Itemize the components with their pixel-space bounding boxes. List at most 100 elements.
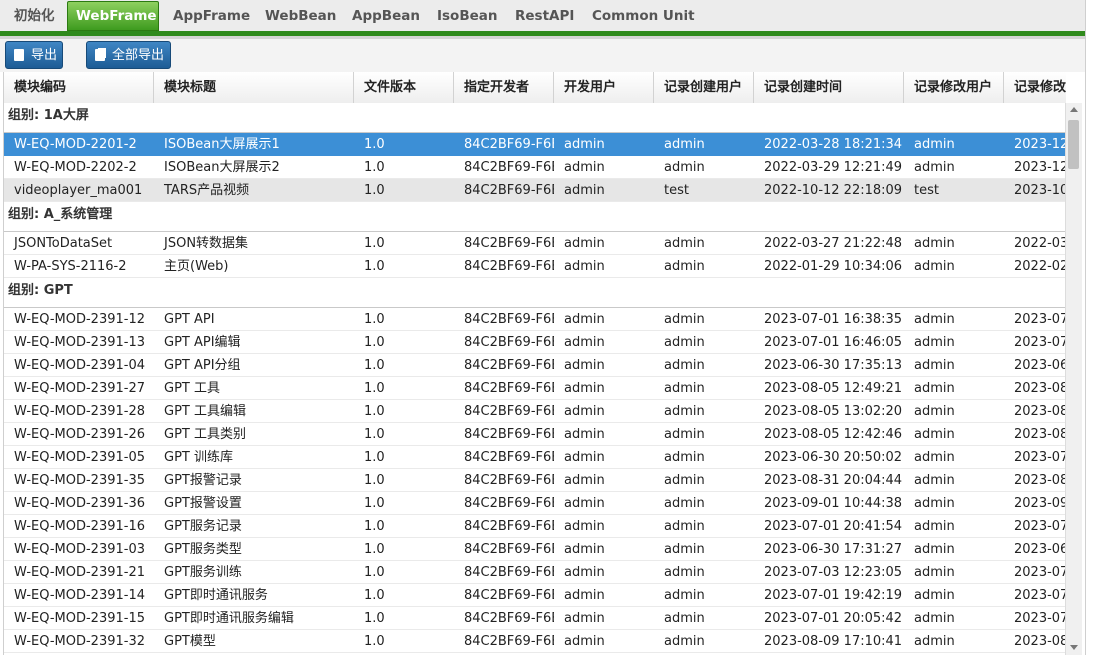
tab-common-unit[interactable]: Common Unit <box>584 4 703 29</box>
cell-code: W-EQ-MOD-2202-2 <box>14 160 137 175</box>
cell-developer: 84C2BF69-F6B <box>464 450 554 465</box>
table-row[interactable]: W-EQ-MOD-2391-12 GPT API 1.0 84C2BF69-F6B ad… <box>4 308 1066 331</box>
table-row[interactable]: W-EQ-MOD-2391-32 GPT模型 1.0 84C2BF69-F6B admi… <box>4 630 1066 653</box>
cell-created: 2022-03-29 12:21:49 <box>764 160 903 175</box>
cell-modifier: admin <box>914 565 955 580</box>
tab-webbean[interactable]: WebBean <box>257 4 344 29</box>
cell-code: W-EQ-MOD-2391-04 <box>14 358 145 373</box>
export-button[interactable]: 导出 <box>5 41 63 69</box>
group-header[interactable]: 组别: 1A大屏 <box>4 103 1066 133</box>
column-header-modifier[interactable]: 记录修改用户 <box>904 72 1004 103</box>
tab-appbean[interactable]: AppBean <box>344 4 428 29</box>
cell-developer: 84C2BF69-F6B <box>464 634 554 649</box>
cell-dev-user: admin <box>564 381 605 396</box>
column-header-title[interactable]: 模块标题 <box>154 72 354 103</box>
cell-dev-user: admin <box>564 496 605 511</box>
cell-creator: admin <box>664 588 705 603</box>
cell-code: W-EQ-MOD-2201-2 <box>14 137 137 152</box>
export-all-label: 全部导出 <box>112 48 165 63</box>
table-row[interactable]: W-EQ-MOD-2391-21 GPT服务训练 1.0 84C2BF69-F6B ad… <box>4 561 1066 584</box>
cell-version: 1.0 <box>364 312 385 327</box>
cell-creator: admin <box>664 236 705 251</box>
cell-version: 1.0 <box>364 611 385 626</box>
table-row[interactable]: W-PA-SYS-2116-2 主页(Web) 1.0 84C2BF69-F6B adm… <box>4 255 1066 278</box>
cell-developer: 84C2BF69-F6B <box>464 160 554 175</box>
table-row[interactable]: W-EQ-MOD-2202-2 ISOBean大屏展示2 1.0 84C2BF69-F… <box>4 156 1066 179</box>
cell-developer: 84C2BF69-F6B <box>464 312 554 327</box>
table-row[interactable]: W-EQ-MOD-2391-04 GPT API分组 1.0 84C2BF69-F6B… <box>4 354 1066 377</box>
cell-developer: 84C2BF69-F6B <box>464 335 554 350</box>
table-row[interactable]: W-EQ-MOD-2391-27 GPT 工具 1.0 84C2BF69-F6B adm… <box>4 377 1066 400</box>
group-header[interactable]: 组别: GPT <box>4 278 1066 308</box>
scroll-thumb[interactable] <box>1068 120 1079 169</box>
table-row[interactable]: W-EQ-MOD-2391-26 GPT 工具类别 1.0 84C2BF69-F6B a… <box>4 423 1066 446</box>
cell-title: GPT API <box>164 312 215 327</box>
cell-code: W-EQ-MOD-2391-32 <box>14 634 145 649</box>
cell-version: 1.0 <box>364 473 385 488</box>
table-row[interactable]: W-EQ-MOD-2391-14 GPT即时通讯服务 1.0 84C2BF69-F6B… <box>4 584 1066 607</box>
cell-modifier: admin <box>914 236 955 251</box>
table-row[interactable]: W-EQ-MOD-2391-16 GPT服务记录 1.0 84C2BF69-F6B ad… <box>4 515 1066 538</box>
cell-title: GPT服务类型 <box>164 542 242 557</box>
cell-modified: 2023-07- <box>1014 565 1066 580</box>
cell-code: W-EQ-MOD-2391-13 <box>14 335 145 350</box>
cell-developer: 84C2BF69-F6B <box>464 358 554 373</box>
cell-dev-user: admin <box>564 312 605 327</box>
column-header-dev-user[interactable]: 开发用户 <box>554 72 654 103</box>
column-header-modified[interactable]: 记录修改时间 <box>1004 72 1066 103</box>
toolbar: 导出 全部导出 <box>0 39 1085 72</box>
table-row[interactable]: W-EQ-MOD-2391-03 GPT服务类型 1.0 84C2BF69-F6B ad… <box>4 538 1066 561</box>
group-header[interactable]: 组别: A_系统管理 <box>4 202 1066 232</box>
cell-modifier: admin <box>914 450 955 465</box>
cell-modifier: admin <box>914 404 955 419</box>
cell-title: JSON转数据集 <box>164 236 249 251</box>
cell-modified: 2023-07- <box>1014 450 1066 465</box>
documents-icon <box>95 48 105 61</box>
table-row[interactable]: W-EQ-MOD-2391-28 GPT 工具编辑 1.0 84C2BF69-F6B a… <box>4 400 1066 423</box>
cell-modifier: admin <box>914 634 955 649</box>
column-header-created[interactable]: 记录创建时间 <box>754 72 904 103</box>
tab-isobean[interactable]: IsoBean <box>429 4 506 29</box>
cell-version: 1.0 <box>364 335 385 350</box>
table-row[interactable]: W-EQ-MOD-2391-35 GPT报警记录 1.0 84C2BF69-F6B ad… <box>4 469 1066 492</box>
tab-restapi[interactable]: RestAPI <box>507 4 582 29</box>
cell-modifier: admin <box>914 137 955 152</box>
cell-developer: 84C2BF69-F6B <box>464 611 554 626</box>
cell-dev-user: admin <box>564 450 605 465</box>
cell-title: GPT 工具编辑 <box>164 404 246 419</box>
cell-modifier: admin <box>914 335 955 350</box>
cell-title: GPT API编辑 <box>164 335 241 350</box>
cell-modifier: admin <box>914 496 955 511</box>
column-header-code[interactable]: 模块编码 <box>4 72 154 103</box>
cell-title: ISOBean大屏展示2 <box>164 160 280 175</box>
cell-modified: 2023-07- <box>1014 611 1066 626</box>
cell-version: 1.0 <box>364 183 385 198</box>
cell-modified: 2023-07- <box>1014 335 1066 350</box>
table-row[interactable]: W-EQ-MOD-2391-13 GPT API编辑 1.0 84C2BF69-F6B… <box>4 331 1066 354</box>
table-row[interactable]: JSONToDataSet JSON转数据集 1.0 84C2BF69-F6B admi… <box>4 232 1066 255</box>
vertical-scrollbar[interactable] <box>1065 103 1082 655</box>
cell-developer: 84C2BF69-F6B <box>464 183 554 198</box>
cell-modified: 2023-07- <box>1014 588 1066 603</box>
export-all-button[interactable]: 全部导出 <box>86 41 171 69</box>
tab-webframe[interactable]: WebFrame <box>67 1 159 31</box>
cell-created: 2023-09-01 10:44:38 <box>764 496 903 511</box>
tab-appframe[interactable]: AppFrame <box>165 4 258 29</box>
cell-code: W-PA-SYS-2116-2 <box>14 259 127 274</box>
column-header-version[interactable]: 文件版本 <box>354 72 454 103</box>
column-header-creator[interactable]: 记录创建用户 <box>654 72 754 103</box>
cell-created: 2023-08-05 13:02:20 <box>764 404 903 419</box>
table-row[interactable]: W-EQ-MOD-2391-05 GPT 训练库 1.0 84C2BF69-F6B ad… <box>4 446 1066 469</box>
cell-creator: admin <box>664 358 705 373</box>
table-row[interactable]: W-EQ-MOD-2391-36 GPT报警设置 1.0 84C2BF69-F6B ad… <box>4 492 1066 515</box>
cell-modifier: admin <box>914 427 955 442</box>
cell-code: W-EQ-MOD-2391-03 <box>14 542 145 557</box>
table-row[interactable]: videoplayer_ma001 TARS产品视频 1.0 84C2BF69-F6B… <box>4 179 1066 202</box>
scroll-up-button[interactable] <box>1066 103 1082 117</box>
column-header-developer[interactable]: 指定开发者 <box>454 72 554 103</box>
table-row[interactable]: W-EQ-MOD-2201-2 ISOBean大屏展示1 1.0 84C2BF69-F… <box>4 133 1066 156</box>
tab-init[interactable]: 初始化 <box>6 4 63 29</box>
scroll-down-button[interactable] <box>1066 641 1082 655</box>
cell-modified: 2023-06- <box>1014 542 1066 557</box>
table-row[interactable]: W-EQ-MOD-2391-15 GPT即时通讯服务编辑 1.0 84C2BF69-F… <box>4 607 1066 630</box>
